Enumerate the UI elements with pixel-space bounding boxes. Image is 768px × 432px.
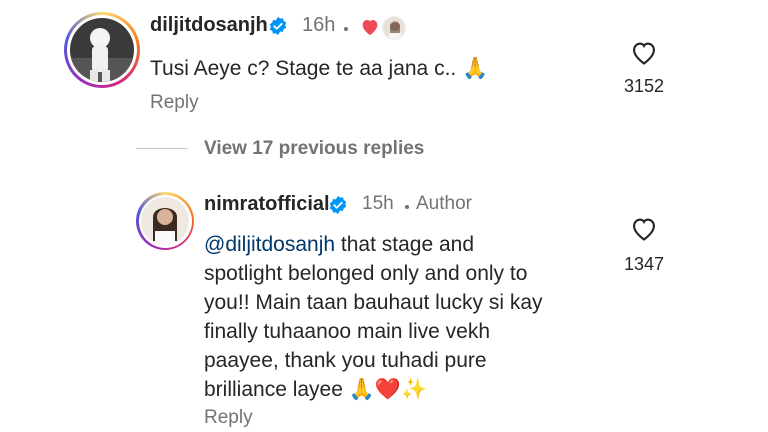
replies-divider [136,148,188,149]
creator-liked-heart-icon [362,20,378,36]
separator-dot [344,27,348,31]
reply-timestamp: 15h [362,193,394,214]
end-emojis: 🙏❤️✨ [348,378,428,401]
view-previous-replies-button[interactable]: View 17 previous replies [204,138,424,160]
author-badge: Author [416,193,472,214]
reply-heart-outline-icon[interactable] [630,216,658,242]
reply-avatar [141,197,189,245]
reply-username[interactable]: nimratofficial [204,193,330,216]
mention-link[interactable]: @diljitdosanjh [204,233,335,256]
avatar [70,18,134,82]
reply-line-3: you!! Main taan bauhaut lucky si kay [204,291,543,314]
reply-line-1: @diljitdosanjh that stage and [204,233,475,256]
username[interactable]: diljitdosanjh [150,14,268,37]
reply-line-4: finally tuhaanoo main live vekh [204,320,491,343]
heart-outline-icon[interactable] [630,40,658,66]
reply-like-count: 1347 [623,254,665,274]
reply-line-5: paayee, thank you tuhadi pure [204,349,487,372]
verified-badge-icon [269,16,287,36]
creator-avatar-mini [382,16,406,40]
timestamp: 16h [302,14,336,36]
reply-avatar-ring[interactable] [136,192,194,250]
like-count: 3152 [623,76,665,96]
reply-line-2: spotlight belonged only and only to [204,262,528,285]
reply-text: @diljitdosanjh that stage and spotlight … [204,230,604,404]
reply-reply-button[interactable]: Reply [204,407,253,429]
reply-line-6: brilliance layee 🙏❤️✨ [204,378,428,401]
avatar-ring[interactable] [64,12,140,88]
folded-hands-emoji: 🙏 [462,57,489,80]
reply-separator-dot [405,205,409,209]
reply-verified-badge-icon [329,195,347,215]
reply-button[interactable]: Reply [150,92,199,114]
comment-text: Tusi Aeye c? Stage te aa jana c.. 🙏 [150,57,489,80]
